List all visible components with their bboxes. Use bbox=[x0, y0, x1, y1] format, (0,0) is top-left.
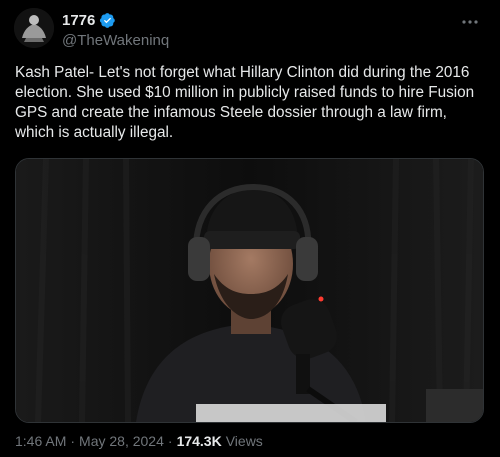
tweet-meta: 1:46 AM · May 28, 2024 · 174.3K Views bbox=[15, 433, 263, 449]
video-frame-icon bbox=[16, 159, 483, 422]
more-horizontal-icon[interactable] bbox=[460, 12, 480, 32]
verified-badge-icon bbox=[100, 13, 116, 28]
views-label: Views bbox=[225, 433, 263, 449]
tweet-text: Kash Patel- Let's not forget what Hillar… bbox=[15, 64, 475, 141]
meta-separator: · bbox=[167, 433, 173, 449]
author-display-name[interactable]: 1776 bbox=[62, 12, 95, 29]
views-count: 174.3K bbox=[176, 433, 222, 449]
tweet-time[interactable]: 1:46 AM bbox=[15, 433, 66, 449]
tweet-media[interactable] bbox=[15, 158, 484, 423]
avatar-image bbox=[14, 8, 54, 48]
tweet-card[interactable]: 1776 @TheWakeninq Kash Patel- Let's not … bbox=[0, 0, 500, 457]
avatar[interactable] bbox=[14, 8, 54, 48]
tweet-date[interactable]: May 28, 2024 bbox=[79, 433, 164, 449]
meta-separator: · bbox=[70, 433, 76, 449]
author-name-row[interactable]: 1776 bbox=[62, 12, 116, 29]
author-handle[interactable]: @TheWakeninq bbox=[62, 32, 169, 49]
